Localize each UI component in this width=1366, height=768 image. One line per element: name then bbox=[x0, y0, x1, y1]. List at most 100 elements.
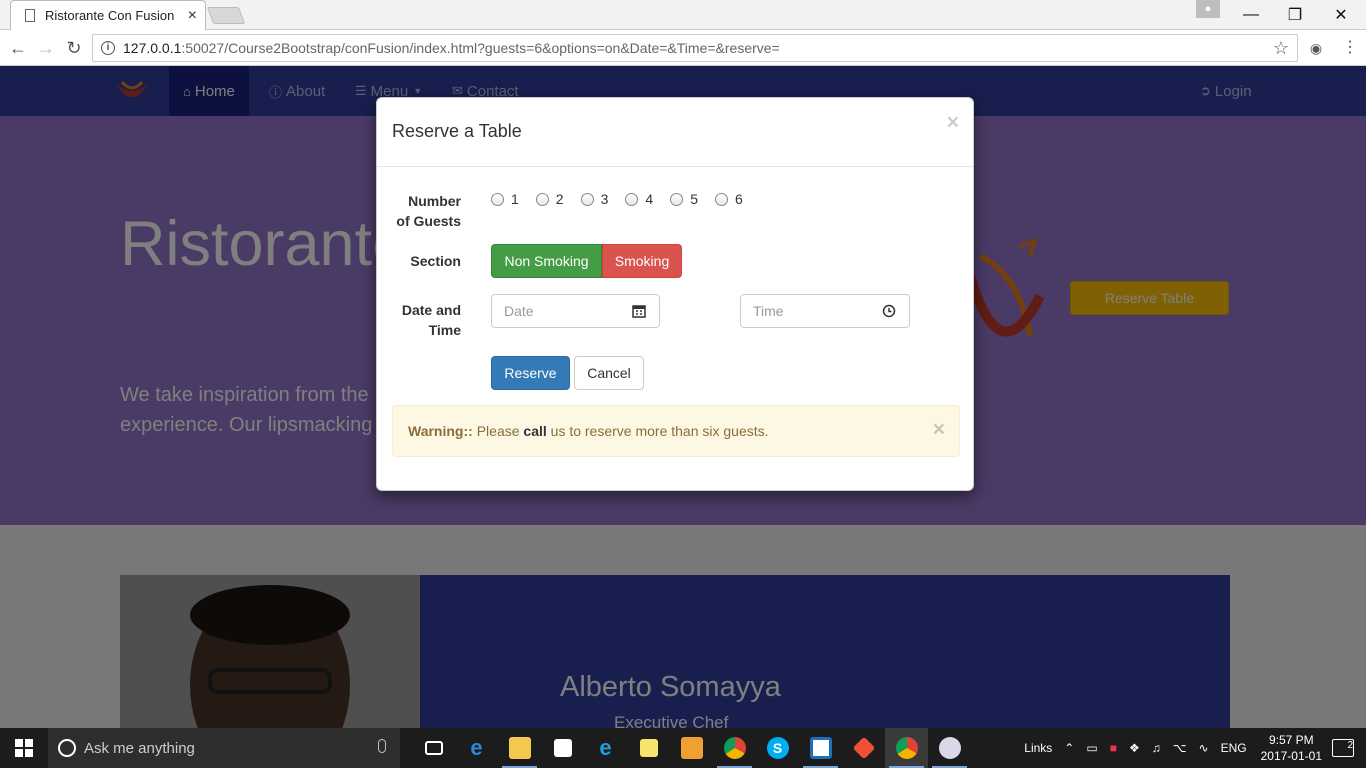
edge-icon[interactable]: e bbox=[455, 728, 498, 768]
modal-title: Reserve a Table bbox=[392, 121, 522, 141]
guest-radio-3[interactable]: 3 bbox=[580, 191, 609, 207]
guest-radio-label: 6 bbox=[734, 191, 743, 207]
menu-kebab-icon[interactable]: ⋮ bbox=[1338, 36, 1362, 60]
warning-alert: Warning:: Please call us to reserve more… bbox=[392, 405, 960, 457]
forward-icon[interactable]: → bbox=[34, 36, 58, 60]
restore-button[interactable]: ❐ bbox=[1272, 0, 1318, 30]
url-path: :50027/Course2Bootstrap/conFusion/index.… bbox=[181, 40, 780, 56]
warning-text: Warning:: Please call us to reserve more… bbox=[408, 423, 769, 439]
radio-circle[interactable] bbox=[491, 192, 504, 206]
modal-close-button[interactable]: × bbox=[947, 111, 959, 135]
guest-radio-5[interactable]: 5 bbox=[670, 191, 698, 207]
address-bar-row: ← → ↻ i 127.0.0.1:50027/Course2Bootstrap… bbox=[0, 30, 1366, 66]
cancel-button[interactable]: Cancel bbox=[574, 356, 644, 390]
radio-circle[interactable] bbox=[714, 192, 728, 206]
battery-icon[interactable]: ▭ bbox=[1086, 741, 1097, 755]
browser-tab-bar: Ristorante Con Fusion × ● — ❐ ✕ bbox=[0, 0, 1366, 30]
outlook-icon[interactable] bbox=[670, 728, 713, 768]
guests-row: Number of Guests 1 2 3 4 5 6 bbox=[377, 191, 975, 231]
warning-strong: Warning:: bbox=[408, 423, 473, 439]
url-host: 127.0.0.1 bbox=[123, 40, 182, 56]
user-profile-icon[interactable]: ● bbox=[1196, 0, 1220, 18]
wifi-icon[interactable]: ∿ bbox=[1199, 741, 1209, 755]
chevron-up-icon[interactable]: ⌃ bbox=[1064, 741, 1074, 755]
browser-tab[interactable]: Ristorante Con Fusion × bbox=[10, 0, 206, 30]
bluetooth-icon[interactable]: ⌥ bbox=[1173, 741, 1187, 755]
clock-icon[interactable] bbox=[869, 295, 909, 327]
volume-icon[interactable]: ♫ bbox=[1152, 741, 1161, 755]
guest-radio-label: 1 bbox=[511, 191, 519, 207]
microphone-icon[interactable] bbox=[378, 739, 386, 753]
radio-circle[interactable] bbox=[580, 192, 594, 206]
bookmark-star-icon[interactable]: ☆ bbox=[1273, 38, 1289, 59]
reserve-table-modal: Reserve a Table × Number of Guests 1 2 3… bbox=[376, 97, 974, 491]
tab-close-button[interactable]: × bbox=[188, 7, 197, 25]
windows-taskbar: Ask me anything e e S Links ⌃ ▭ ■ ❖ ♫ ⌥ … bbox=[0, 728, 1366, 768]
action-center-icon[interactable]: 2 bbox=[1332, 739, 1354, 757]
chrome-icon[interactable] bbox=[713, 728, 756, 768]
cortana-search-box[interactable]: Ask me anything bbox=[48, 728, 400, 768]
new-tab-button[interactable] bbox=[206, 7, 246, 24]
windows-start-icon[interactable] bbox=[0, 728, 48, 768]
smoking-button[interactable]: Smoking bbox=[602, 244, 682, 278]
store-icon[interactable] bbox=[541, 728, 584, 768]
links-toolbar[interactable]: Links bbox=[1024, 741, 1052, 755]
taskbar-apps: e e S bbox=[412, 728, 971, 768]
language-indicator[interactable]: ENG bbox=[1221, 741, 1247, 755]
git-icon[interactable] bbox=[842, 728, 885, 768]
camera-icon[interactable]: ◉ bbox=[1304, 36, 1328, 60]
section-row: Section Non Smoking Smoking bbox=[377, 244, 975, 278]
date-time-label: Date and Time bbox=[377, 300, 461, 340]
guests-radio-group: 1 2 3 4 5 6 bbox=[491, 191, 760, 207]
notification-count: 2 bbox=[1347, 740, 1353, 751]
document-icon bbox=[25, 9, 35, 22]
radio-circle[interactable] bbox=[625, 192, 639, 206]
minimize-button[interactable]: — bbox=[1228, 0, 1274, 30]
guest-radio-2[interactable]: 2 bbox=[535, 191, 564, 207]
skype-icon[interactable]: S bbox=[756, 728, 799, 768]
reserve-button[interactable]: Reserve bbox=[491, 356, 570, 390]
task-view-icon[interactable] bbox=[412, 728, 455, 768]
url-input[interactable]: i 127.0.0.1:50027/Course2Bootstrap/conFu… bbox=[92, 34, 1298, 62]
warning-call: call bbox=[523, 423, 547, 439]
sticky-notes-icon[interactable] bbox=[627, 728, 670, 768]
cortana-icon bbox=[58, 739, 76, 757]
guest-radio-label: 4 bbox=[645, 191, 654, 207]
warning-post: us to reserve more than six guests. bbox=[550, 423, 769, 439]
radio-circle[interactable] bbox=[670, 192, 684, 206]
acrobat-icon[interactable]: ■ bbox=[1110, 741, 1117, 755]
app-window-icon[interactable] bbox=[799, 728, 842, 768]
clock-time: 9:57 PM bbox=[1268, 733, 1314, 747]
clock[interactable]: 9:57 PM 2017-01-01 bbox=[1261, 732, 1322, 764]
date-time-row: Date and Time bbox=[377, 294, 975, 338]
close-window-button[interactable]: ✕ bbox=[1318, 0, 1364, 30]
time-input-group bbox=[740, 294, 910, 328]
guests-label-line1: Number bbox=[408, 193, 461, 209]
site-info-icon[interactable]: i bbox=[101, 41, 115, 55]
guest-radio-label: 3 bbox=[600, 191, 609, 207]
system-tray: Links ⌃ ▭ ■ ❖ ♫ ⌥ ∿ ENG 9:57 PM 2017-01-… bbox=[1018, 728, 1366, 768]
file-explorer-icon[interactable] bbox=[498, 728, 541, 768]
guest-radio-1[interactable]: 1 bbox=[491, 191, 519, 207]
date-input-group bbox=[491, 294, 660, 328]
date-time-label-line2: Time bbox=[428, 322, 461, 338]
guest-radio-6[interactable]: 6 bbox=[714, 191, 743, 207]
back-icon[interactable]: ← bbox=[6, 36, 30, 60]
guest-radio-label: 5 bbox=[690, 191, 698, 207]
time-input[interactable] bbox=[741, 296, 861, 326]
guest-radio-4[interactable]: 4 bbox=[625, 191, 653, 207]
alert-close-button[interactable]: × bbox=[933, 418, 945, 442]
dropbox-icon[interactable]: ❖ bbox=[1129, 741, 1140, 755]
date-input[interactable] bbox=[492, 296, 612, 326]
non-smoking-button[interactable]: Non Smoking bbox=[491, 244, 602, 278]
calendar-icon[interactable] bbox=[619, 295, 659, 327]
tab-title: Ristorante Con Fusion bbox=[45, 8, 175, 23]
radio-circle[interactable] bbox=[535, 192, 549, 206]
paint-icon[interactable] bbox=[928, 728, 971, 768]
reload-icon[interactable]: ↻ bbox=[62, 36, 86, 60]
search-placeholder: Ask me anything bbox=[84, 739, 195, 757]
actions-row: Reserve Cancel bbox=[377, 356, 975, 390]
internet-explorer-icon[interactable]: e bbox=[584, 728, 627, 768]
chrome-active-icon[interactable] bbox=[885, 728, 928, 768]
guest-radio-label: 2 bbox=[555, 191, 564, 207]
